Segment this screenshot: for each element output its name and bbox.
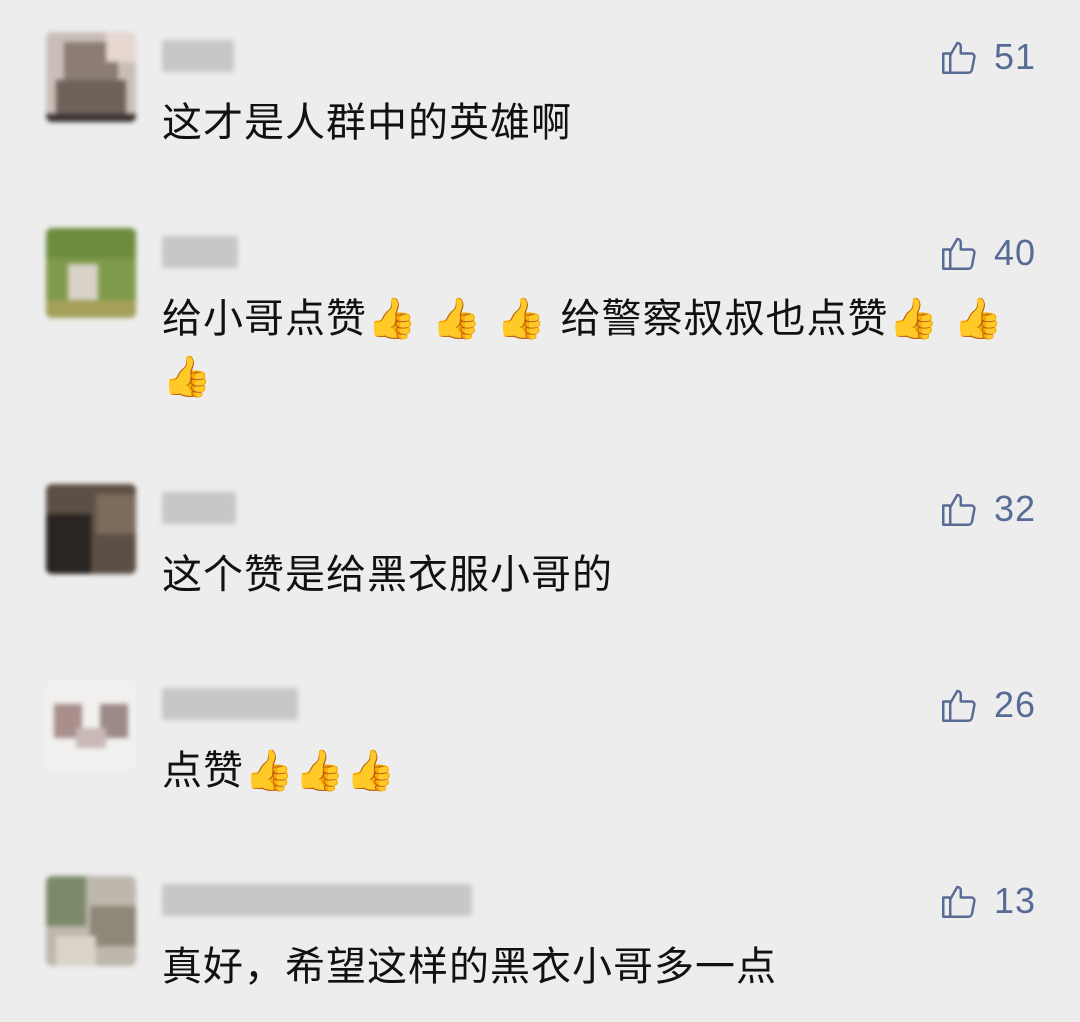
like-button[interactable]: 51 [938, 32, 1036, 82]
avatar[interactable] [46, 32, 136, 122]
avatar[interactable] [46, 484, 136, 574]
comment-list: 51 这才是人群中的英雄啊 40 给小哥点赞👍 👍 👍 给警察叔叔也点赞👍 👍 … [0, 0, 1080, 1022]
comment-text: 真好，希望这样的黑衣小哥多一点 [162, 944, 777, 990]
nickname-blurred [162, 40, 234, 76]
like-count: 51 [993, 36, 1036, 77]
thumbs-up-icon [941, 41, 976, 74]
like-count: 40 [993, 232, 1036, 273]
nickname-blurred [162, 492, 236, 528]
like-button[interactable]: 32 [938, 484, 1036, 534]
like-button[interactable]: 26 [938, 680, 1036, 730]
thumbs-up-icon [941, 493, 976, 526]
like-button[interactable]: 13 [938, 876, 1036, 926]
avatar[interactable] [46, 680, 136, 770]
like-button[interactable]: 40 [938, 228, 1036, 278]
comment-text: 点赞👍👍👍 [162, 748, 397, 794]
comment-text: 给小哥点赞👍 👍 👍 给警察叔叔也点赞👍 👍 👍 [162, 296, 1004, 400]
avatar[interactable] [46, 876, 136, 966]
thumbs-up-icon [941, 885, 976, 918]
like-count: 32 [993, 488, 1036, 529]
like-count: 26 [993, 684, 1036, 725]
like-count: 13 [993, 880, 1036, 921]
comment-text: 这才是人群中的英雄啊 [162, 100, 572, 146]
thumbs-up-icon [941, 237, 976, 270]
nickname-blurred [162, 688, 298, 724]
avatar[interactable] [46, 228, 136, 318]
thumbs-up-icon [941, 689, 976, 722]
comment-text: 这个赞是给黑衣服小哥的 [162, 552, 613, 598]
nickname-blurred [162, 884, 472, 920]
nickname-blurred [162, 236, 238, 272]
